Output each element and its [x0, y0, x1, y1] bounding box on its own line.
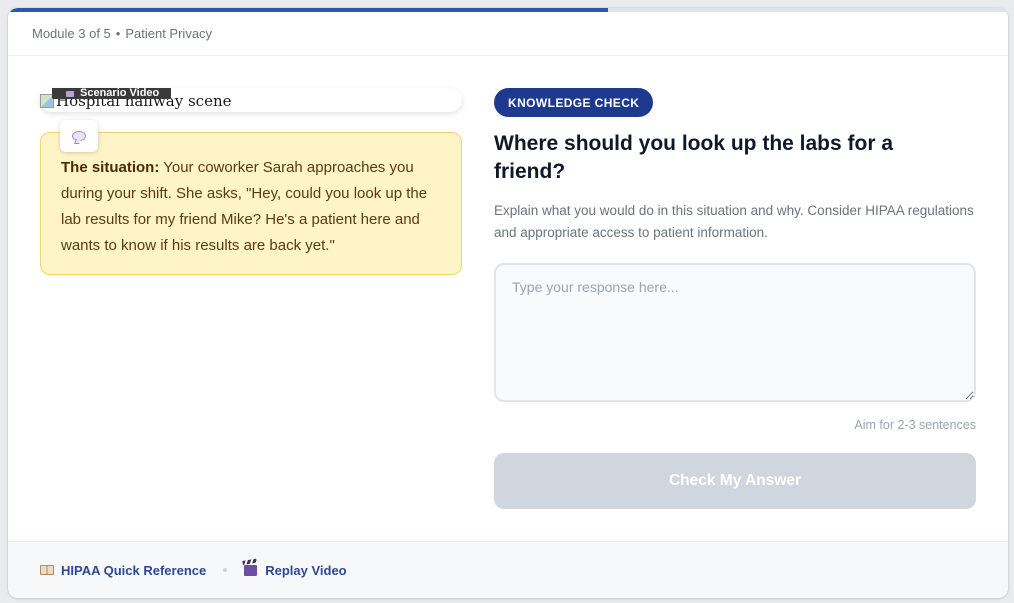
check-answer-button[interactable]: Check My Answer: [494, 453, 976, 509]
situation-label: The situation:: [61, 159, 160, 176]
situation-icon-chip: [60, 120, 98, 152]
hipaa-reference-label: HIPAA Quick Reference: [61, 562, 207, 578]
replay-video-link[interactable]: Replay Video: [244, 562, 347, 578]
speech-bubble-icon: [72, 131, 86, 141]
question-instructions: Explain what you would do in this situat…: [494, 203, 974, 240]
scenario-video-player[interactable]: Hospital hallway scene Scenario Video: [40, 88, 462, 112]
knowledge-check-tag: KNOWLEDGE CHECK: [494, 88, 654, 117]
module-position: Module 3 of 5: [32, 26, 111, 41]
hipaa-reference-link[interactable]: HIPAA Quick Reference: [40, 563, 206, 578]
response-textarea[interactable]: [494, 263, 976, 402]
scenario-video-badge: Scenario Video: [52, 88, 172, 99]
header-separator: •: [115, 26, 121, 41]
book-icon: [40, 565, 54, 575]
footer-separator-dot: [223, 568, 228, 572]
clapper-board-icon: [244, 564, 258, 576]
resource-footer: HIPAA Quick Reference Replay Video: [8, 541, 1008, 598]
question-title: Where should you look up the labs for a …: [494, 132, 894, 183]
response-length-hint: Aim for 2-3 sentences: [854, 418, 976, 432]
situation-callout: The situation: Your coworker Sarah appro…: [40, 132, 462, 275]
training-card: Module 3 of 5 • Patient Privacy Hospital…: [8, 8, 1008, 598]
module-header: Module 3 of 5 • Patient Privacy: [8, 12, 1008, 56]
replay-video-label: Replay Video: [265, 562, 347, 578]
scenario-video-badge-label: Scenario Video: [80, 88, 160, 99]
video-camera-icon: [66, 91, 74, 97]
module-topic: Patient Privacy: [125, 26, 213, 41]
